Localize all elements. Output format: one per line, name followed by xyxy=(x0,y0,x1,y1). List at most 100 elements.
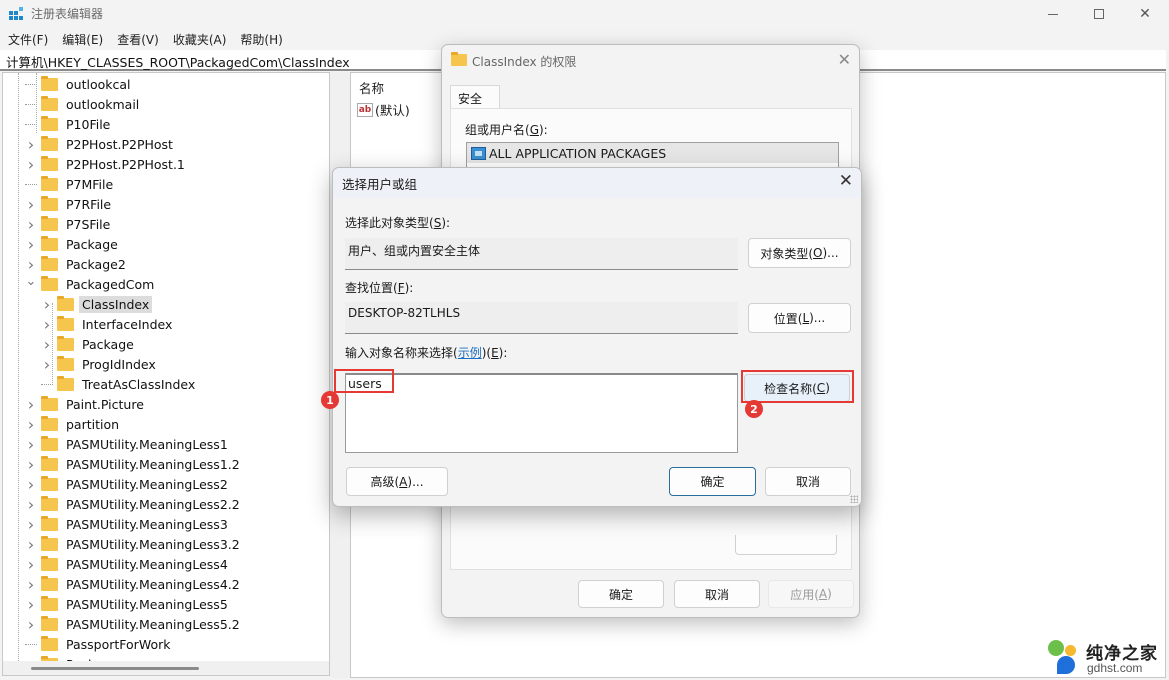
tree-item-label: P10File xyxy=(66,116,111,132)
chevron-right-icon[interactable]: › xyxy=(25,535,37,554)
registry-tree[interactable]: outlookcal outlookmail P10File › P2PHost.P2P… xyxy=(2,72,330,676)
chevron-right-icon[interactable]: › xyxy=(25,475,37,494)
permissions-ok-button[interactable]: 确定 xyxy=(578,580,664,608)
tree-item[interactable]: › PASMUtility.MeaningLess3.2 xyxy=(25,534,243,554)
menu-bar: 文件(F) 编辑(E) 查看(V) 收藏夹(A) 帮助(H) xyxy=(0,28,289,50)
tree-item-label: Package xyxy=(66,236,118,252)
string-value-icon: ab xyxy=(357,102,373,117)
tree-item[interactable]: › P2PHost.P2PHost xyxy=(25,134,176,154)
chevron-right-icon[interactable]: › xyxy=(25,235,37,254)
tree-item[interactable]: outlookmail xyxy=(25,94,142,114)
tree-item-label: PASMUtility.MeaningLess2.2 xyxy=(66,496,240,512)
locations-button[interactable]: 位置(L)... xyxy=(748,303,851,333)
tree-item[interactable]: › Package xyxy=(41,334,137,354)
tree-item[interactable]: PassportForWork xyxy=(25,634,173,654)
permissions-close-button[interactable]: ✕ xyxy=(838,50,851,69)
tree-item-label: partition xyxy=(66,416,120,432)
chevron-right-icon[interactable]: › xyxy=(25,495,37,514)
select-cancel-button[interactable]: 取消 xyxy=(765,467,851,496)
tree-item[interactable]: › partition xyxy=(25,414,122,434)
tree-item[interactable]: ⌄ PackagedCom xyxy=(25,274,157,294)
tree-item[interactable]: › PASMUtility.MeaningLess3 xyxy=(25,514,231,534)
menu-file[interactable]: 文件(F) xyxy=(0,28,48,50)
examples-link[interactable]: 示例 xyxy=(458,346,482,360)
permissions-cancel-button[interactable]: 取消 xyxy=(674,580,760,608)
chevron-right-icon[interactable]: › xyxy=(25,255,37,274)
tree-item[interactable]: › ProgIdIndex xyxy=(41,354,159,374)
tree-item[interactable]: › Package2 xyxy=(25,254,129,274)
object-types-button[interactable]: 对象类型(O)... xyxy=(748,238,851,268)
select-ok-button[interactable]: 确定 xyxy=(669,467,756,496)
chevron-right-icon[interactable]: › xyxy=(25,415,37,434)
folder-icon xyxy=(41,475,58,491)
tree-item-label: PASMUtility.MeaningLess4 xyxy=(66,556,228,572)
watermark-domain: gdhst.com xyxy=(1087,661,1143,675)
folder-icon xyxy=(41,175,58,191)
menu-edit[interactable]: 编辑(E) xyxy=(54,28,103,50)
chevron-right-icon[interactable]: › xyxy=(25,135,37,154)
folder-icon xyxy=(41,275,58,291)
close-button[interactable]: ✕ xyxy=(1122,0,1168,28)
permissions-apply-button[interactable]: 应用(A) xyxy=(768,580,854,608)
chevron-right-icon[interactable]: › xyxy=(25,195,37,214)
chevron-right-icon[interactable]: › xyxy=(25,395,37,414)
location-label: 查找位置(F): xyxy=(345,281,414,295)
list-item[interactable]: ALL APPLICATION PACKAGES xyxy=(467,143,838,163)
menu-favorites[interactable]: 收藏夹(A) xyxy=(165,28,227,50)
chevron-right-icon[interactable]: › xyxy=(25,595,37,614)
minimize-button[interactable] xyxy=(1030,0,1076,28)
tree-item[interactable]: › Paint.Picture xyxy=(25,394,147,414)
tree-item[interactable]: › PASMUtility.MeaningLess2 xyxy=(25,474,231,494)
tree-guide-line xyxy=(52,303,53,383)
chevron-right-icon[interactable]: › xyxy=(25,455,37,474)
chevron-down-icon[interactable]: ⌄ xyxy=(25,274,37,289)
object-names-input[interactable]: users xyxy=(345,373,738,453)
maximize-button[interactable] xyxy=(1076,0,1122,28)
advanced-permissions-button[interactable] xyxy=(735,535,837,555)
menu-view[interactable]: 查看(V) xyxy=(109,28,159,50)
tree-item[interactable]: TreatAsClassIndex xyxy=(41,374,198,394)
chevron-right-icon[interactable]: › xyxy=(25,575,37,594)
chevron-right-icon[interactable]: › xyxy=(25,515,37,534)
tree-item-label: outlookcal xyxy=(66,76,131,92)
resize-grip[interactable] xyxy=(850,495,858,503)
tree-horizontal-scrollbar[interactable] xyxy=(3,661,329,675)
tree-item[interactable]: › PASMUtility.MeaningLess5.2 xyxy=(25,614,243,634)
tree-item[interactable]: › InterfaceIndex xyxy=(41,314,175,334)
tree-item[interactable]: › ClassIndex xyxy=(41,294,153,314)
logo-blue-drop xyxy=(1057,656,1075,674)
location-field: DESKTOP-82TLHLS xyxy=(345,302,738,334)
tree-item[interactable]: › P2PHost.P2PHost.1 xyxy=(25,154,188,174)
group-users-label: 组或用户名(G): xyxy=(465,123,548,137)
minimize-icon xyxy=(1048,13,1058,15)
tree-item[interactable]: P7MFile xyxy=(25,174,116,194)
chevron-right-icon[interactable]: › xyxy=(25,155,37,174)
chevron-right-icon[interactable]: › xyxy=(25,555,37,574)
tree-item[interactable]: outlookcal xyxy=(25,74,133,94)
chevron-right-icon[interactable]: › xyxy=(25,435,37,454)
tree-item-label: PackagedCom xyxy=(66,276,155,292)
menu-help[interactable]: 帮助(H) xyxy=(232,28,282,50)
scrollbar-thumb[interactable] xyxy=(31,667,199,670)
tree-item[interactable]: › Package xyxy=(25,234,121,254)
tree-item[interactable]: › PASMUtility.MeaningLess2.2 xyxy=(25,494,243,514)
folder-icon xyxy=(41,195,58,211)
tree-item[interactable]: › PASMUtility.MeaningLess1.2 xyxy=(25,454,243,474)
tree-item-label: PASMUtility.MeaningLess1 xyxy=(66,436,228,452)
select-dialog-close-button[interactable]: ✕ xyxy=(839,171,853,191)
tree-item[interactable]: P10File xyxy=(25,114,113,134)
object-type-field: 用户、组或内置安全主体 xyxy=(345,238,738,270)
tree-item[interactable]: › PASMUtility.MeaningLess1 xyxy=(25,434,231,454)
chevron-right-icon[interactable]: › xyxy=(25,615,37,634)
advanced-button[interactable]: 高级(A)... xyxy=(346,467,448,496)
column-header-name[interactable]: 名称 xyxy=(359,78,384,97)
tree-item[interactable]: › PASMUtility.MeaningLess4 xyxy=(25,554,231,574)
tree-item[interactable]: › PASMUtility.MeaningLess5 xyxy=(25,594,231,614)
value-row-default[interactable]: ab (默认) xyxy=(357,100,410,119)
regedit-app-icon xyxy=(9,7,23,21)
tree-item[interactable]: › PASMUtility.MeaningLess4.2 xyxy=(25,574,243,594)
chevron-right-icon[interactable]: › xyxy=(25,215,37,234)
tab-security[interactable]: 安全 xyxy=(450,85,500,109)
tree-item[interactable]: › P7SFile xyxy=(25,214,113,234)
tree-item[interactable]: › P7RFile xyxy=(25,194,114,214)
